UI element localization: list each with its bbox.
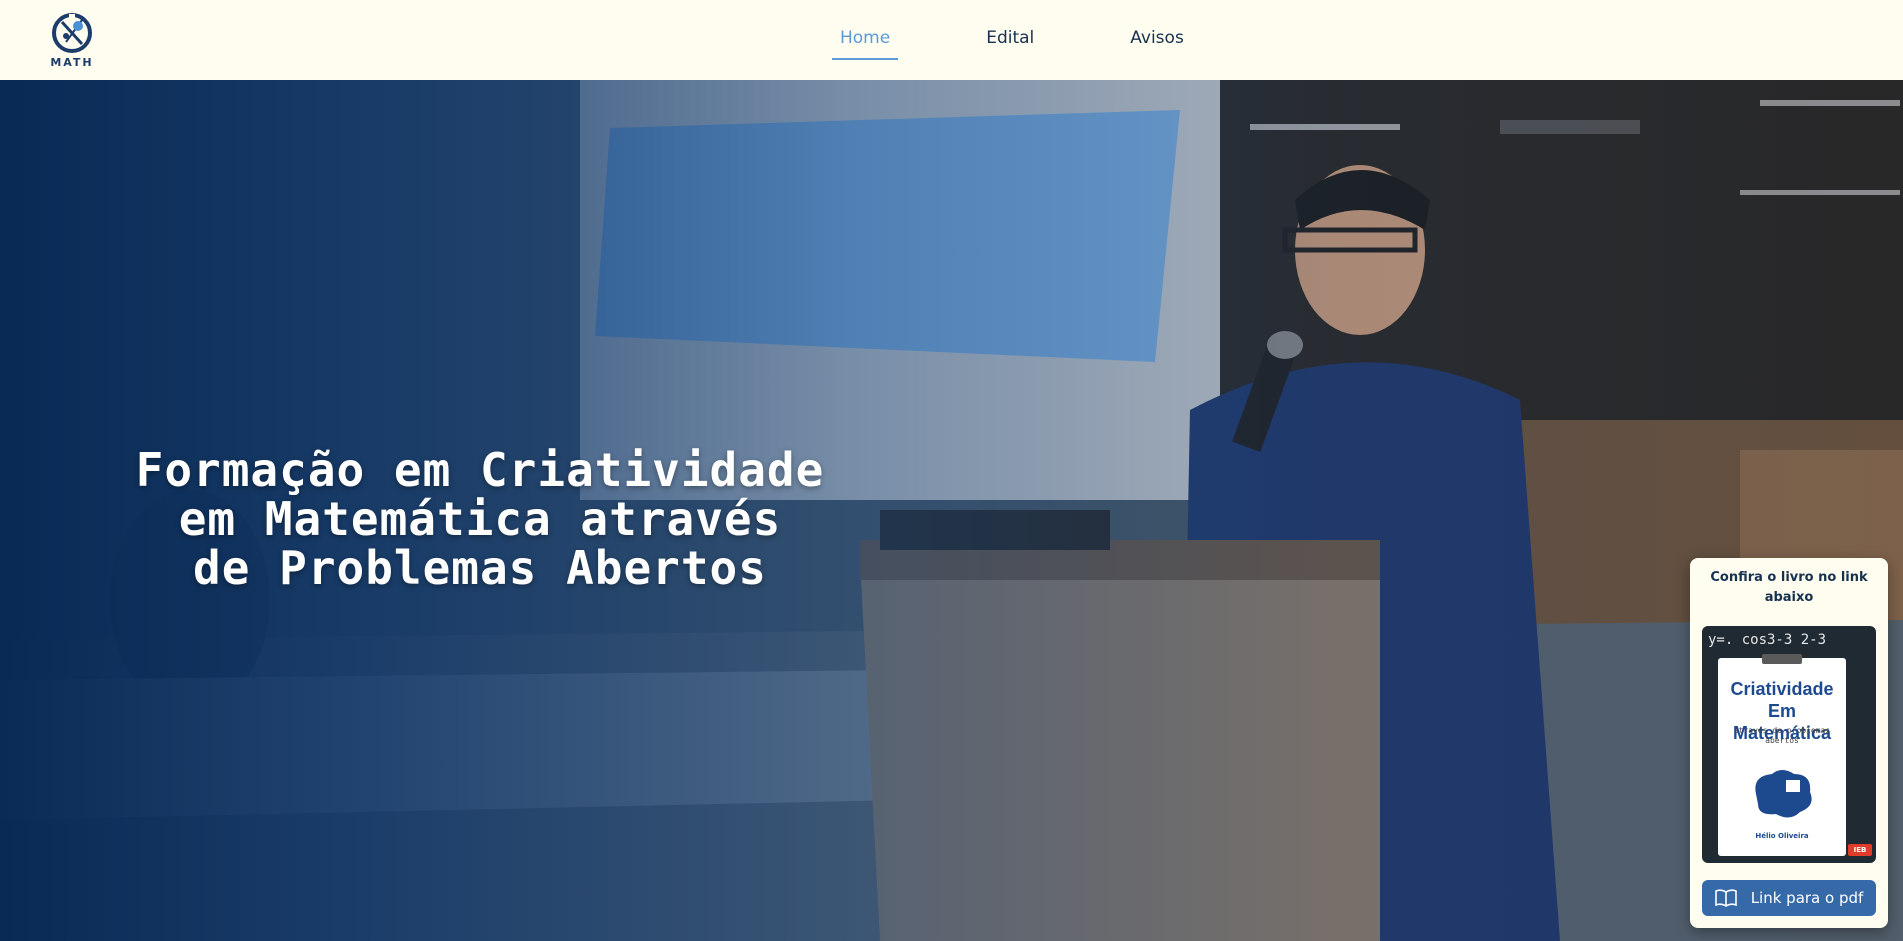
nav-edital[interactable]: Edital [978,20,1042,60]
cover-subtitle: através de problemas abertos [1733,726,1831,745]
book-card-heading: Confira o livro no link abaixo [1710,570,1868,605]
publisher-badge: IEB [1848,844,1872,856]
open-book-icon [1714,889,1737,907]
nav-avisos[interactable]: Avisos [1122,20,1192,60]
book-cover-image[interactable]: y=. cos3-3 2-3 Criatividade Em Matemátic… [1702,626,1876,863]
logo-text: MATH [50,56,94,69]
clipboard-clip [1762,654,1802,664]
hero-section: Formação em Criatividade em Matemática a… [0,80,1903,941]
creative-math-logo-icon [52,13,92,53]
cover-chalkboard-text: y=. cos3-3 2-3 [1708,632,1827,648]
pdf-link-button[interactable]: Link para o pdf [1702,880,1876,916]
nav-home[interactable]: Home [832,20,899,60]
site-logo[interactable]: MATH [48,12,96,70]
cover-clipboard: Criatividade Em Matemática através de pr… [1718,654,1846,856]
cover-author: Hélio Oliveira [1755,832,1809,840]
pdf-button-label: Link para o pdf [1750,889,1864,907]
main-nav: Home Edital Avisos [832,20,1192,60]
site-header: MATH Home Edital Avisos [0,0,1903,80]
brain-puzzle-icon [1755,770,1812,818]
book-card: Confira o livro no link abaixo y=. cos3-… [1690,558,1888,928]
hero-title: Formação em Criatividade em Matemática a… [135,443,825,595]
